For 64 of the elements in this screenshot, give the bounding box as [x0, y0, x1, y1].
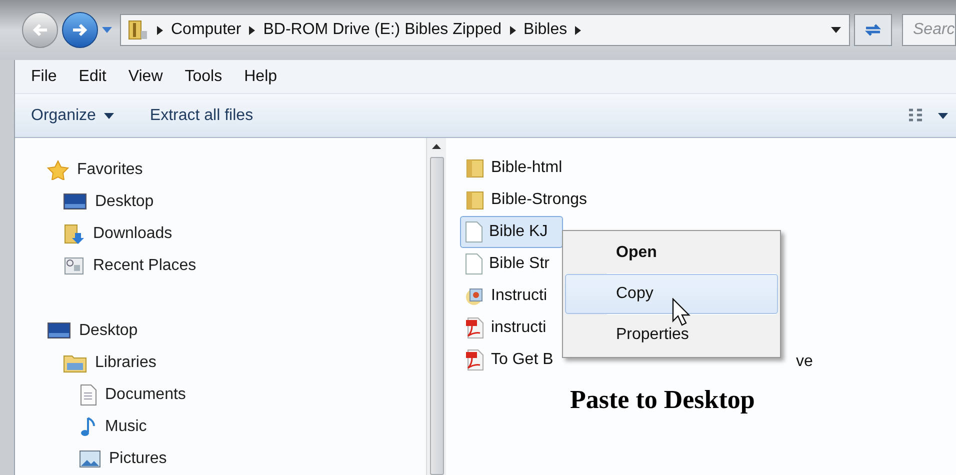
refresh-arrows-icon	[863, 22, 883, 38]
document-entry[interactable]: instructi	[460, 312, 562, 344]
recent-places-icon	[63, 255, 85, 277]
nav-item[interactable]: Downloads	[93, 222, 172, 246]
chevron-right-icon	[249, 26, 256, 34]
chevron-right-icon	[575, 26, 582, 34]
blank-file-icon	[465, 221, 483, 243]
monitor-icon	[63, 193, 87, 211]
toolbar-button[interactable]: Extract all files	[150, 104, 254, 128]
chevron-right-icon	[510, 26, 516, 34]
organize-button[interactable]: Organize	[31, 104, 114, 128]
nav-item[interactable]: Music	[105, 415, 147, 439]
nav-item[interactable]: Desktop	[95, 190, 154, 214]
scroll-thumb[interactable]	[430, 157, 444, 475]
nav-item[interactable]: Recent Places	[93, 254, 196, 278]
caption: Paste to Desktop	[570, 384, 755, 416]
zip-drive-icon	[127, 19, 149, 41]
document-entry[interactable]: Bible KJ	[460, 216, 563, 248]
monitor-icon	[47, 322, 71, 340]
caret-icon	[102, 27, 112, 33]
pdf-file-icon	[465, 349, 485, 371]
dropdown-caret-icon	[831, 27, 841, 33]
menu-item[interactable]: File	[31, 64, 57, 88]
folder-icon	[465, 190, 485, 210]
menu-item[interactable]: Tools	[184, 64, 222, 88]
document-entry[interactable]: Bible Str	[460, 248, 564, 280]
scroll-up-icon	[432, 144, 441, 149]
nav-item[interactable]: Pictures	[109, 447, 167, 471]
forward-button[interactable]	[62, 12, 98, 48]
caret-icon	[938, 112, 948, 118]
pdf-file-icon	[465, 317, 485, 339]
music-note-icon	[79, 416, 97, 438]
blank-file-icon	[465, 253, 483, 275]
folder-entry[interactable]: Bible-html	[460, 152, 578, 184]
address-bar[interactable]: Computer BD-ROM Drive (E:) Bibles Zipped Bibles	[120, 14, 850, 46]
arrow-left-icon	[32, 23, 48, 37]
menu-item[interactable]: View	[128, 64, 163, 88]
arrow-right-icon	[72, 23, 88, 37]
folder-download-icon	[63, 223, 85, 245]
refresh-button[interactable]	[854, 14, 892, 46]
image-file-icon	[465, 286, 485, 306]
view-options-icon	[908, 108, 924, 124]
nav-item[interactable]: Documents	[105, 383, 186, 407]
context-menu-item[interactable]: Copy	[565, 274, 778, 314]
nav-item[interactable]: Libraries	[95, 351, 156, 375]
context-menu-item[interactable]: Open	[565, 233, 778, 273]
breadcrumb[interactable]: Computer	[171, 18, 242, 42]
document-icon	[79, 384, 97, 406]
folder-entry[interactable]: Bible-Strongs	[460, 184, 602, 216]
library-folder-icon	[63, 353, 87, 373]
menu-item[interactable]: Help	[244, 64, 278, 88]
breadcrumb[interactable]: Bibles	[524, 18, 568, 42]
folder-icon	[465, 158, 485, 178]
file-name-fragment: ve	[796, 352, 813, 372]
star-icon	[47, 160, 69, 180]
document-entry[interactable]: Instructi	[460, 280, 562, 312]
breadcrumb[interactable]: BD-ROM Drive (E:) Bibles Zipped	[263, 18, 502, 42]
menu-item[interactable]: Edit	[78, 64, 106, 88]
search-field[interactable]: Searc	[902, 14, 956, 46]
picture-icon	[79, 450, 101, 468]
chevron-right-icon	[157, 26, 163, 34]
caret-icon	[104, 112, 114, 118]
nav-item[interactable]: Desktop	[79, 319, 138, 343]
nav-item[interactable]: Favorites	[77, 158, 143, 182]
